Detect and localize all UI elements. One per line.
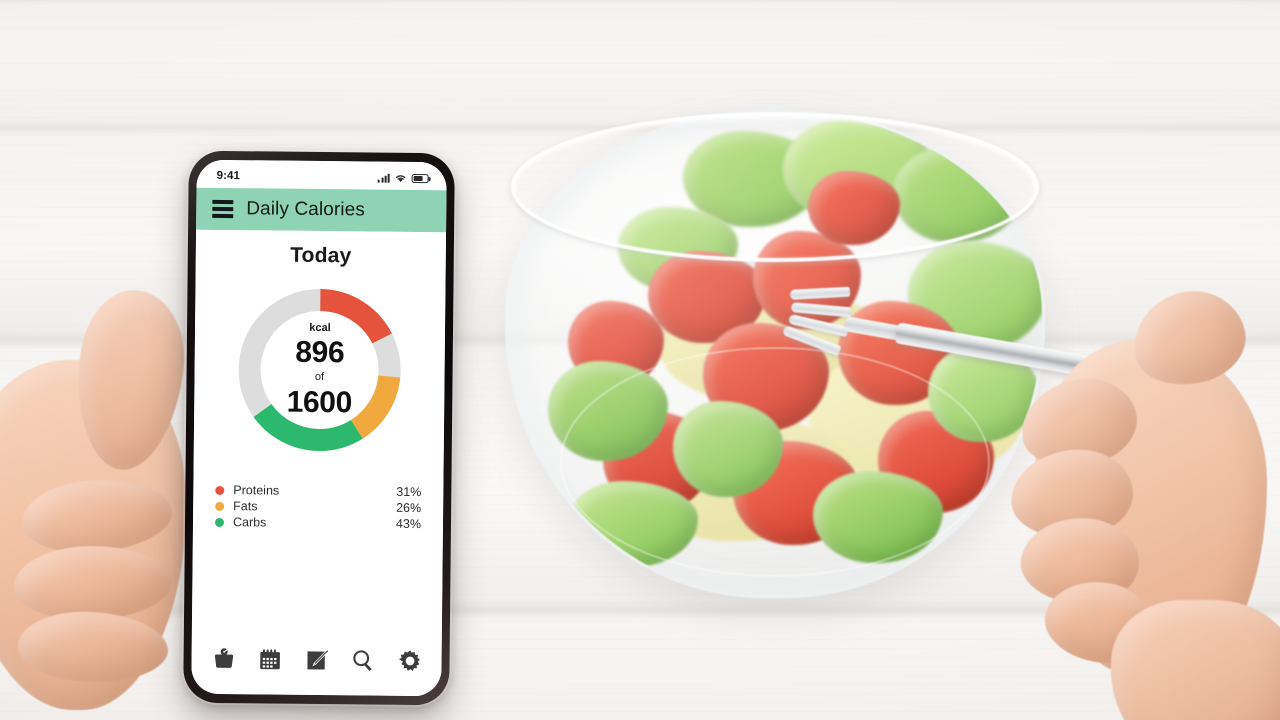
page-title: Today (290, 243, 352, 268)
calorie-donut-chart: kcal 896 of 1600 (233, 283, 407, 457)
legend-value-carbs: 43% (395, 516, 422, 532)
legend-row-carbs: Carbs 43% (214, 515, 422, 532)
of-label: of (314, 371, 325, 384)
legend-label-fats: Fats (233, 499, 258, 514)
legend-dot-proteins (215, 485, 225, 495)
calories-goal: 1600 (286, 385, 353, 420)
search-icon[interactable] (347, 644, 379, 676)
legend-dot-fats (215, 501, 225, 511)
photo-scene: 9:41 Daily Calories Today kcal 896 of 16… (0, 0, 1280, 720)
signal-icon (378, 173, 390, 183)
legend-label-carbs: Carbs (232, 515, 267, 530)
weight-scale-icon[interactable] (207, 643, 239, 675)
legend-value-proteins: 31% (396, 484, 422, 500)
legend-label-proteins: Proteins (233, 483, 280, 498)
kcal-unit-label: kcal (309, 321, 331, 334)
calories-consumed: 896 (295, 335, 345, 369)
app-bar: Daily Calories (196, 187, 447, 233)
calendar-icon[interactable] (254, 643, 286, 675)
status-bar: 9:41 (196, 159, 447, 191)
wifi-icon (395, 175, 406, 183)
phone-screen: 9:41 Daily Calories Today kcal 896 of 16… (191, 159, 447, 697)
hamburger-menu-icon[interactable] (212, 199, 234, 219)
macros-legend: Proteins 31% Fats 26% Carbs 43% (193, 483, 443, 532)
bottom-nav-bar (191, 631, 442, 697)
gear-icon[interactable] (393, 645, 425, 677)
battery-icon (411, 173, 429, 183)
legend-value-fats: 26% (396, 500, 422, 516)
app-title: Daily Calories (246, 198, 366, 221)
legend-row-proteins: Proteins 31% (215, 483, 421, 499)
donut-center-labels: kcal 896 of 1600 (233, 283, 407, 457)
smartphone: 9:41 Daily Calories Today kcal 896 of 16… (183, 150, 455, 706)
status-icons (378, 173, 429, 184)
legend-dot-carbs (214, 517, 225, 527)
edit-note-icon[interactable] (300, 644, 332, 676)
status-time: 9:41 (216, 169, 241, 183)
app-content: Today kcal 896 of 1600 Proteins 31% Fats… (191, 229, 447, 635)
legend-row-fats: Fats 26% (215, 499, 421, 515)
